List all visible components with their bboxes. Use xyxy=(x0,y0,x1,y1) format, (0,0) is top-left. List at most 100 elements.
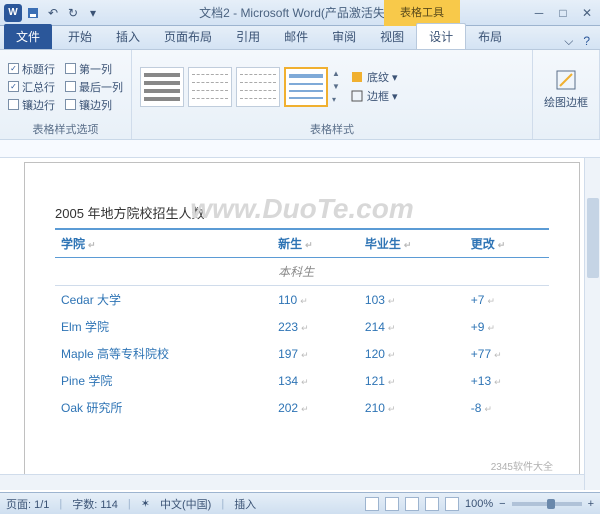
style-thumb-2[interactable] xyxy=(188,67,232,107)
checkbox-最后一列[interactable]: 最后一列 xyxy=(65,79,123,95)
status-page[interactable]: 页面: 1/1 xyxy=(6,496,49,512)
borders-button[interactable]: 边框 ▾ xyxy=(350,88,398,104)
status-bar: 页面: 1/1| 字数: 114| ✶ 中文(中国)| 插入 100% − + xyxy=(0,492,600,514)
column-header[interactable]: 毕业生 xyxy=(359,229,465,258)
tab-view[interactable]: 视图 xyxy=(368,24,416,49)
status-zoom[interactable]: 100% xyxy=(465,498,493,510)
maximize-icon[interactable]: □ xyxy=(556,6,570,20)
table-cell[interactable]: 103 xyxy=(359,286,465,314)
tab-file[interactable]: 文件 xyxy=(4,24,52,49)
table-cell[interactable]: 121 xyxy=(359,367,465,394)
undo-icon[interactable]: ↶ xyxy=(44,4,62,22)
view-outline-icon[interactable] xyxy=(425,497,439,511)
style-thumb-4-selected[interactable] xyxy=(284,67,328,107)
zoom-out-icon[interactable]: − xyxy=(499,498,505,510)
table-cell[interactable]: +13 xyxy=(465,367,549,394)
checkbox-icon: ✓ xyxy=(8,63,19,74)
window-title: 文档2 - Microsoft Word(产品激活失败) xyxy=(199,4,401,21)
status-words[interactable]: 字数: 114 xyxy=(72,496,118,512)
table-cell[interactable]: 223 xyxy=(272,313,359,340)
ribbon: ✓标题行第一列 ✓汇总行最后一列镶边行镶边列 表格样式选项 ▲ ▼ ▾ 底纹 ▾ … xyxy=(0,50,600,140)
table-cell[interactable]: -8 xyxy=(465,394,549,421)
table-cell[interactable]: 120 xyxy=(359,340,465,367)
table-row[interactable]: Cedar 大学110103+7 xyxy=(55,286,549,314)
table-cell[interactable]: 197 xyxy=(272,340,359,367)
vertical-scrollbar[interactable] xyxy=(584,158,600,490)
tab-home[interactable]: 开始 xyxy=(56,24,104,49)
column-header[interactable]: 新生 xyxy=(272,229,359,258)
status-mode[interactable]: 插入 xyxy=(234,496,256,512)
table-cell[interactable]: 134 xyxy=(272,367,359,394)
column-header[interactable]: 更改 xyxy=(465,229,549,258)
group-draw-borders: 绘图边框 xyxy=(533,50,600,139)
group-label-options: 表格样式选项 xyxy=(8,119,123,137)
style-thumb-1[interactable] xyxy=(140,67,184,107)
gallery-more-icon[interactable]: ▾ xyxy=(332,95,344,104)
minimize-icon[interactable]: ─ xyxy=(532,6,546,20)
checkbox-icon: ✓ xyxy=(8,81,19,92)
tab-design[interactable]: 设计 xyxy=(416,23,466,49)
tab-references[interactable]: 引用 xyxy=(224,24,272,49)
checkbox-镶边列[interactable]: 镶边列 xyxy=(65,97,123,113)
table-cell[interactable]: 210 xyxy=(359,394,465,421)
tab-review[interactable]: 审阅 xyxy=(320,24,368,49)
subheader-cell[interactable]: 本科生 xyxy=(272,258,359,286)
table-cell[interactable]: Pine 学院 xyxy=(55,367,272,394)
style-thumb-3[interactable] xyxy=(236,67,280,107)
view-print-layout-icon[interactable] xyxy=(365,497,379,511)
table-cell[interactable]: +9 xyxy=(465,313,549,340)
horizontal-scrollbar[interactable] xyxy=(0,474,584,490)
zoom-in-icon[interactable]: + xyxy=(588,498,594,510)
qat-dropdown-icon[interactable]: ▾ xyxy=(84,4,102,22)
view-full-screen-icon[interactable] xyxy=(385,497,399,511)
table-caption[interactable]: 2005 年地方院校招生人数 xyxy=(55,203,549,222)
shading-button[interactable]: 底纹 ▾ xyxy=(350,69,398,85)
checkbox-标题行[interactable]: ✓标题行 xyxy=(8,61,55,77)
draw-borders-button[interactable]: 绘图边框 xyxy=(541,68,591,110)
page: www.DuoTe.com 2005 年地方院校招生人数 学院新生毕业生更改 本… xyxy=(24,162,580,490)
table-cell[interactable]: +77 xyxy=(465,340,549,367)
minimize-ribbon-icon[interactable]: ⌵ xyxy=(564,34,573,49)
view-draft-icon[interactable] xyxy=(445,497,459,511)
tab-mailings[interactable]: 邮件 xyxy=(272,24,320,49)
table-cell[interactable]: Maple 高等专科院校 xyxy=(55,340,272,367)
group-table-styles: ▲ ▼ ▾ 底纹 ▾ 边框 ▾ 表格样式 xyxy=(132,50,533,139)
close-icon[interactable]: ✕ xyxy=(580,6,594,20)
table-style-gallery[interactable]: ▲ ▼ ▾ xyxy=(140,67,344,107)
table-row[interactable]: Maple 高等专科院校197120+77 xyxy=(55,340,549,367)
group-label-styles: 表格样式 xyxy=(140,119,524,137)
document-area: www.DuoTe.com 2005 年地方院校招生人数 学院新生毕业生更改 本… xyxy=(0,158,600,490)
table-cell[interactable]: 214 xyxy=(359,313,465,340)
redo-icon[interactable]: ↻ xyxy=(64,4,82,22)
table-cell[interactable]: 110 xyxy=(272,286,359,314)
checkbox-镶边行[interactable]: 镶边行 xyxy=(8,97,55,113)
scrollbar-thumb[interactable] xyxy=(587,198,599,278)
table-cell[interactable]: Cedar 大学 xyxy=(55,286,272,314)
table-cell[interactable]: Elm 学院 xyxy=(55,313,272,340)
table-row[interactable]: Oak 研究所202210-8 xyxy=(55,394,549,421)
table-row[interactable]: Pine 学院134121+13 xyxy=(55,367,549,394)
checkbox-icon xyxy=(65,99,76,110)
table-cell[interactable]: 202 xyxy=(272,394,359,421)
table-cell[interactable]: Oak 研究所 xyxy=(55,394,272,421)
status-language[interactable]: 中文(中国) xyxy=(160,496,211,512)
tab-layout[interactable]: 布局 xyxy=(466,24,514,49)
help-icon[interactable]: ? xyxy=(583,34,590,49)
table-cell[interactable]: +7 xyxy=(465,286,549,314)
gallery-down-icon[interactable]: ▼ xyxy=(332,82,344,91)
table-row[interactable]: Elm 学院223214+9 xyxy=(55,313,549,340)
word-app-icon[interactable]: W xyxy=(4,4,22,22)
ruler[interactable] xyxy=(0,140,600,158)
gallery-up-icon[interactable]: ▲ xyxy=(332,69,344,78)
zoom-slider[interactable] xyxy=(512,502,582,506)
checkbox-第一列[interactable]: 第一列 xyxy=(65,61,123,77)
tab-insert[interactable]: 插入 xyxy=(104,24,152,49)
data-table[interactable]: 学院新生毕业生更改 本科生 Cedar 大学110103+7Elm 学院2232… xyxy=(55,228,549,421)
view-web-layout-icon[interactable] xyxy=(405,497,419,511)
column-header[interactable]: 学院 xyxy=(55,229,272,258)
checkbox-汇总行[interactable]: ✓汇总行 xyxy=(8,79,55,95)
source-logo: 2345软件大全 xyxy=(491,458,553,473)
save-icon[interactable] xyxy=(24,4,42,22)
status-proofing-icon[interactable]: ✶ xyxy=(141,497,150,510)
tab-page-layout[interactable]: 页面布局 xyxy=(152,24,224,49)
